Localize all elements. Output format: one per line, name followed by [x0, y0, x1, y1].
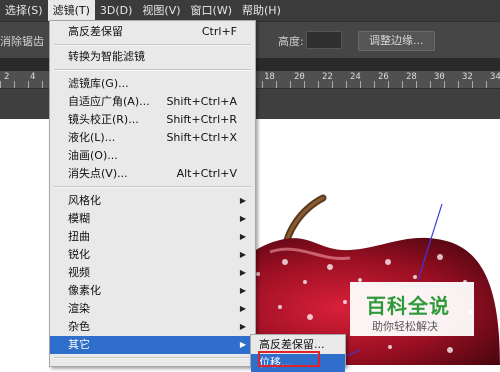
menubar: 选择(S) 滤镜(T) 3D(D) 视图(V) 窗口(W) 帮助(H): [0, 0, 500, 21]
watermark-title: 百科全说: [366, 294, 450, 318]
ruler-tick: [262, 81, 263, 88]
menu-filter[interactable]: 滤镜(T): [47, 0, 95, 21]
triangle-right-icon: ▶: [239, 268, 246, 277]
ruler-tick: [276, 81, 277, 88]
ruler-tick: [458, 81, 459, 88]
ruler-tick: [28, 81, 29, 88]
refine-edge-button[interactable]: 调整边缘...: [358, 31, 435, 51]
menu-window[interactable]: 窗口(W): [186, 0, 237, 21]
ruler-tick: [388, 81, 389, 88]
menu-item-shortcut: Shift+Ctrl+R: [166, 113, 237, 126]
menu-separator: [54, 186, 251, 188]
menu-item-blur[interactable]: 模糊 ▶: [50, 210, 255, 228]
triangle-right-icon: ▶: [239, 250, 246, 259]
menu-item-label: 扭曲: [68, 230, 90, 243]
menu-item-sharpen[interactable]: 锐化 ▶: [50, 246, 255, 264]
menu-item-noise[interactable]: 杂色 ▶: [50, 318, 255, 336]
triangle-right-icon: ▶: [239, 214, 246, 223]
menu-item-label: 液化(L)...: [68, 131, 116, 144]
menu-item-liquify[interactable]: 液化(L)... Shift+Ctrl+X: [50, 129, 255, 147]
triangle-right-icon: ▶: [239, 232, 246, 241]
menu-item-label: 自适应广角(A)...: [68, 95, 150, 108]
anti-alias-label[interactable]: 消除锯齿: [0, 33, 44, 49]
menu-item-shortcut: Ctrl+F: [201, 25, 237, 38]
menu-select[interactable]: 选择(S): [0, 0, 48, 21]
menu-separator: [54, 69, 251, 71]
menu-item-label: 转换为智能滤镜: [68, 50, 145, 63]
menu-3d[interactable]: 3D(D): [95, 0, 138, 21]
ruler-tick: [346, 81, 347, 88]
menu-item-shortcut: Shift+Ctrl+A: [166, 95, 237, 108]
menu-item-label: 锐化: [68, 248, 90, 261]
ruler-tick: [360, 81, 361, 88]
filter-menu-dropdown: 高反差保留 Ctrl+F 转换为智能滤镜 滤镜库(G)... 自适应广角(A).…: [49, 20, 256, 367]
menu-item-label: 杂色: [68, 320, 90, 333]
menu-separator: [54, 357, 251, 359]
menu-item-label: 像素化: [68, 284, 101, 297]
ruler-tick: [472, 81, 473, 88]
ruler-number: 34: [490, 72, 500, 82]
ruler-number: 18: [264, 72, 275, 82]
menu-item-label: 风格化: [68, 194, 101, 207]
height-input[interactable]: [306, 31, 342, 49]
menu-view[interactable]: 视图(V): [137, 0, 185, 21]
menu-item-adaptive-wide-angle[interactable]: 自适应广角(A)... Shift+Ctrl+A: [50, 93, 255, 111]
ruler-tick: [318, 81, 319, 88]
menu-item-vanishing-point[interactable]: 消失点(V)... Alt+Ctrl+V: [50, 165, 255, 183]
menu-item-shortcut: Alt+Ctrl+V: [176, 167, 237, 180]
height-label: 高度:: [278, 35, 304, 48]
ruler-number: 4: [30, 72, 36, 82]
ruler-tick: [290, 81, 291, 88]
menu-item-label: 视频: [68, 266, 90, 279]
menu-item-other[interactable]: 其它 ▶: [50, 336, 255, 354]
ruler-tick: [402, 81, 403, 88]
ruler-tick: [444, 81, 445, 88]
annotation-arrow: [341, 203, 443, 359]
menu-item-label: 高反差保留: [68, 25, 123, 38]
triangle-right-icon: ▶: [239, 196, 246, 205]
watermark-subtitle: 助你轻松解决: [372, 320, 438, 333]
menu-help[interactable]: 帮助(H): [237, 0, 286, 21]
ruler-number: 2: [4, 72, 10, 82]
watermark: 百科全说 助你轻松解决: [350, 282, 474, 336]
menu-item-label: 消失点(V)...: [68, 167, 128, 180]
ruler-tick: [304, 81, 305, 88]
menu-item-video[interactable]: 视频 ▶: [50, 264, 255, 282]
ruler-tick: [42, 81, 43, 88]
ruler-tick: [332, 81, 333, 88]
triangle-right-icon: ▶: [239, 340, 246, 349]
menu-item-distort[interactable]: 扭曲 ▶: [50, 228, 255, 246]
menu-item-lens-correction[interactable]: 镜头校正(R)... Shift+Ctrl+R: [50, 111, 255, 129]
ruler-tick: [374, 81, 375, 88]
menu-item-filter-gallery[interactable]: 滤镜库(G)...: [50, 75, 255, 93]
menu-item-oil-paint[interactable]: 油画(O)...: [50, 147, 255, 165]
triangle-right-icon: ▶: [239, 286, 246, 295]
menu-item-label: 渲染: [68, 302, 90, 315]
ruler-tick: [486, 81, 487, 88]
menu-item-label: 滤镜库(G)...: [68, 77, 129, 90]
menu-item-label: 模糊: [68, 212, 90, 225]
ruler-tick: [430, 81, 431, 88]
menu-item-last-filter[interactable]: 高反差保留 Ctrl+F: [50, 23, 255, 41]
menu-item-stylize[interactable]: 风格化 ▶: [50, 192, 255, 210]
menu-item-pixelate[interactable]: 像素化 ▶: [50, 282, 255, 300]
ruler-tick: [416, 81, 417, 88]
menu-item-label: 其它: [68, 338, 90, 351]
menu-item-label: 镜头校正(R)...: [68, 113, 139, 126]
triangle-right-icon: ▶: [239, 322, 246, 331]
menu-item-label: 油画(O)...: [68, 149, 118, 162]
menu-item-render[interactable]: 渲染 ▶: [50, 300, 255, 318]
menu-item-convert-smart-filter[interactable]: 转换为智能滤镜: [50, 48, 255, 66]
ruler-tick: [14, 81, 15, 88]
triangle-right-icon: ▶: [239, 304, 246, 313]
ruler-tick: [0, 81, 1, 88]
menu-separator: [54, 44, 251, 46]
menu-item-shortcut: Shift+Ctrl+X: [166, 131, 237, 144]
